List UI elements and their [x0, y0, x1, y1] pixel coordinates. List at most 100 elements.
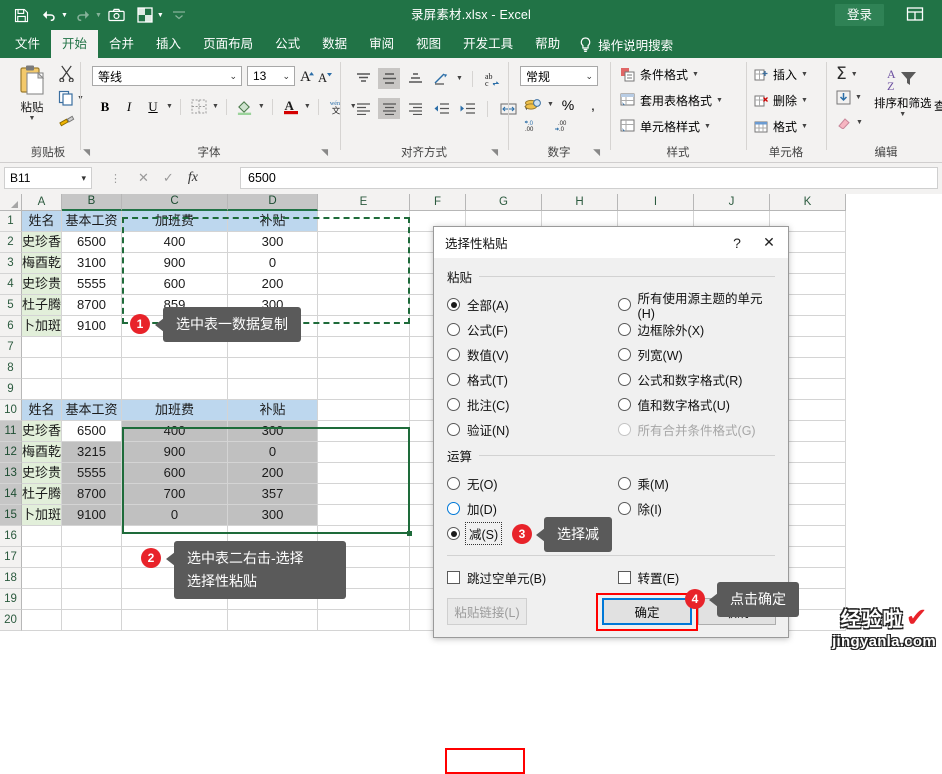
cell-C15[interactable]: 0 [122, 505, 228, 526]
cell-E6[interactable] [318, 316, 410, 337]
cell-E2[interactable] [318, 232, 410, 253]
column-header-J[interactable]: J [694, 194, 770, 211]
fill-button[interactable]: ▼ [836, 90, 862, 105]
row-header-20[interactable]: 20 [0, 610, 22, 631]
conditional-formatting-button[interactable]: 条件格式 ▼ [620, 66, 699, 83]
percent-style-button[interactable]: % [557, 94, 579, 115]
cell-E11[interactable] [318, 421, 410, 442]
paste-option-x[interactable]: 边框除外(X) [617, 317, 775, 342]
cell-C11[interactable]: 400 [122, 421, 228, 442]
column-header-C[interactable]: C [122, 194, 228, 211]
operation-option-o[interactable]: 无(O) [447, 471, 618, 496]
row-header-19[interactable]: 19 [0, 589, 22, 610]
cell-B11[interactable]: 6500 [62, 421, 122, 442]
sign-in-button[interactable]: 登录 [834, 4, 884, 26]
tab-6[interactable]: 数据 [311, 30, 358, 58]
paste-option-t[interactable]: 格式(T) [447, 367, 618, 392]
fx-icon[interactable]: fx [188, 170, 198, 186]
column-header-D[interactable]: D [228, 194, 318, 211]
cell-A19[interactable] [22, 589, 62, 610]
cell-D8[interactable] [228, 358, 318, 379]
paste-link-button[interactable]: 粘贴链接(L) [447, 598, 527, 625]
tab-7[interactable]: 审阅 [358, 30, 405, 58]
cell-C14[interactable]: 700 [122, 484, 228, 505]
formula-input[interactable]: 6500 [240, 167, 938, 189]
align-bottom-icon[interactable] [404, 68, 426, 89]
row-header-2[interactable]: 2 [0, 232, 22, 253]
conditional-formatting-caret[interactable]: ▼ [692, 71, 699, 78]
paste-option-v[interactable]: 数值(V) [447, 342, 618, 367]
cell-A15[interactable]: 卜加斑 [22, 505, 62, 526]
cell-B19[interactable] [62, 589, 122, 610]
alignment-dialog-launcher[interactable]: ◥ [491, 147, 498, 158]
cell-A4[interactable]: 史珍贵 [22, 274, 62, 295]
clear-caret[interactable]: ▼ [856, 119, 863, 126]
tab-8[interactable]: 视图 [405, 30, 452, 58]
help-icon[interactable]: ? [722, 229, 752, 257]
cell-B17[interactable] [62, 547, 122, 568]
fill-caret[interactable]: ▼ [855, 94, 862, 101]
cell-C13[interactable]: 600 [122, 463, 228, 484]
cell-C10[interactable]: 加班费 [122, 400, 228, 421]
cell-C2[interactable]: 400 [122, 232, 228, 253]
cell-D20[interactable] [228, 610, 318, 631]
paste-option-c[interactable]: 批注(C) [447, 392, 618, 417]
cell-D1[interactable]: 补贴 [228, 211, 318, 232]
cell-E15[interactable] [318, 505, 410, 526]
row-header-12[interactable]: 12 [0, 442, 22, 463]
cell-C3[interactable]: 900 [122, 253, 228, 274]
cell-A16[interactable] [22, 526, 62, 547]
row-header-4[interactable]: 4 [0, 274, 22, 295]
cell-B16[interactable] [62, 526, 122, 547]
row-header-14[interactable]: 14 [0, 484, 22, 505]
cell-A6[interactable]: 卜加斑 [22, 316, 62, 337]
borders-dropdown-caret[interactable]: ▼ [212, 103, 219, 110]
cell-A10[interactable]: 姓名 [22, 400, 62, 421]
paste-special-dialog[interactable]: 选择性粘贴 ? ✕ 粘贴 全部(A) 所有使用源主题的单元(H) 公式(F) 边框除外… [433, 226, 789, 774]
cell-C20[interactable] [122, 610, 228, 631]
row-header-9[interactable]: 9 [0, 379, 22, 400]
cell-B14[interactable]: 8700 [62, 484, 122, 505]
paste-option-a[interactable]: 全部(A) [447, 292, 618, 317]
close-icon[interactable]: ✕ [754, 229, 784, 257]
align-top-icon[interactable] [352, 68, 374, 89]
underline-button[interactable]: U [142, 96, 164, 117]
format-as-table-button[interactable]: 套用表格格式 ▼ [620, 92, 723, 109]
cell-D9[interactable] [228, 379, 318, 400]
clear-button[interactable]: ▼ [836, 116, 863, 129]
decrease-decimal-icon[interactable]: .00.0 [554, 118, 572, 135]
paste-option-n[interactable]: 验证(N) [447, 417, 618, 442]
cell-C12[interactable]: 900 [122, 442, 228, 463]
cell-A2[interactable]: 史珍香 [22, 232, 62, 253]
column-header-K[interactable]: K [770, 194, 846, 211]
align-center-icon[interactable] [378, 98, 400, 119]
cell-E13[interactable] [318, 463, 410, 484]
increase-font-size-icon[interactable]: A [300, 66, 316, 84]
cell-D12[interactable]: 0 [228, 442, 318, 463]
confirm-icon[interactable]: ✓ [163, 170, 174, 186]
cell-A5[interactable]: 杜子腾 [22, 295, 62, 316]
paste-option-h[interactable]: 所有使用源主题的单元(H) [617, 292, 775, 321]
font-color-button[interactable]: A [280, 96, 302, 117]
format-as-table-caret[interactable]: ▼ [716, 97, 723, 104]
name-box[interactable]: B11 ▾ [4, 167, 92, 189]
cell-styles-button[interactable]: 单元格样式 ▼ [620, 118, 711, 135]
cell-C4[interactable]: 600 [122, 274, 228, 295]
cell-E20[interactable] [318, 610, 410, 631]
cell-E1[interactable] [318, 211, 410, 232]
number-dialog-launcher[interactable]: ◥ [593, 147, 600, 158]
row-header-16[interactable]: 16 [0, 526, 22, 547]
cell-B10[interactable]: 基本工资 [62, 400, 122, 421]
borders-button[interactable] [188, 96, 210, 117]
cell-D11[interactable]: 300 [228, 421, 318, 442]
column-header-I[interactable]: I [618, 194, 694, 211]
operation-option-i[interactable]: 除(I) [617, 496, 775, 521]
cell-A9[interactable] [22, 379, 62, 400]
column-header-H[interactable]: H [542, 194, 618, 211]
font-color-dropdown-caret[interactable]: ▼ [304, 103, 311, 110]
comma-style-button[interactable]: , [582, 94, 604, 115]
cell-B2[interactable]: 6500 [62, 232, 122, 253]
cell-B7[interactable] [62, 337, 122, 358]
row-header-6[interactable]: 6 [0, 316, 22, 337]
cell-D2[interactable]: 300 [228, 232, 318, 253]
